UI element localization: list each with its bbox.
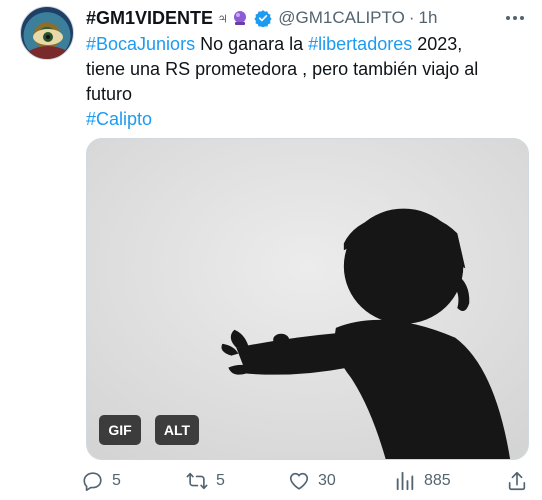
display-name[interactable]: #GM1VIDENTE <box>86 8 213 29</box>
verified-badge-icon <box>254 10 272 27</box>
avatar[interactable] <box>20 6 74 60</box>
reply-icon <box>83 472 102 491</box>
tweet-text: #BocaJuniors No ganara la #libertadores … <box>86 32 526 132</box>
alt-text-button[interactable]: ALT <box>155 415 199 445</box>
retweet-button[interactable]: 5 <box>186 466 225 496</box>
hashtag-bocajuniors[interactable]: #BocaJuniors <box>86 34 195 54</box>
share-button[interactable] <box>506 466 528 496</box>
tweet-text-line-1: #BocaJuniors No ganara la #libertadores … <box>86 32 526 57</box>
retweet-icon <box>186 472 208 490</box>
share-icon <box>508 471 526 491</box>
tweet-header: #GM1VIDENTE ♃ @GM1CALIPTO · 1h <box>86 6 526 30</box>
view-count: 885 <box>424 472 451 489</box>
tweet-text-line-2: tiene una RS prometedora , pero también … <box>86 59 479 79</box>
handle[interactable]: @GM1CALIPTO <box>278 8 405 28</box>
like-count: 30 <box>318 472 336 489</box>
reply-count: 5 <box>112 472 121 489</box>
more-icon[interactable] <box>504 8 526 28</box>
timestamp[interactable]: 1h <box>418 8 437 28</box>
tweet-actions: 5 5 30 885 <box>82 466 532 496</box>
tweet-text-segment: No ganara la <box>195 34 309 54</box>
separator-dot: · <box>408 8 415 27</box>
views-button[interactable]: 885 <box>394 466 451 496</box>
tweet-text-segment: 2023, <box>412 34 463 54</box>
crystal-ball-icon <box>234 11 247 25</box>
hashtag-calipto[interactable]: #Calipto <box>86 109 152 129</box>
reply-button[interactable]: 5 <box>82 466 121 496</box>
like-button[interactable]: 30 <box>288 466 336 496</box>
avatar-eye-icon <box>29 29 67 59</box>
gif-badge: GIF <box>99 415 141 445</box>
retweet-count: 5 <box>216 472 225 489</box>
hashtag-libertadores[interactable]: #libertadores <box>308 34 412 54</box>
heart-icon <box>289 472 309 490</box>
tweet-text-line-3: futuro <box>86 84 133 104</box>
tweet-text-line-4: #Calipto <box>86 107 526 132</box>
name-suffix: ♃ <box>217 9 229 27</box>
silhouette-gif-frame <box>87 139 528 459</box>
views-icon <box>396 471 414 491</box>
tweet-media-gif[interactable]: GIF ALT <box>86 138 529 460</box>
